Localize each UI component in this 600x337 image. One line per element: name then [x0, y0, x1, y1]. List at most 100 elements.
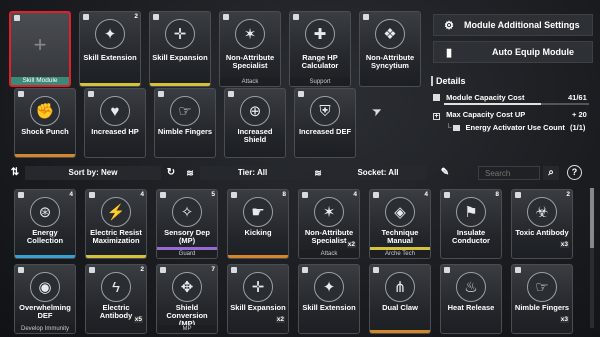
module-card-skill-expansion[interactable]: ✛ Skill Expansion — [149, 11, 211, 87]
capacity-cost: 7 — [211, 266, 215, 273]
module-card-increased-shield[interactable]: ⊕ Increased Shield — [224, 88, 286, 158]
module-card-non-attribute-syncytium[interactable]: ❖ Non-Attribute Syncytium — [359, 11, 421, 87]
module-name: Increased DEF — [298, 126, 352, 136]
module-name: Technique Manual — [381, 227, 419, 245]
module-icon: ❖ — [375, 19, 405, 49]
plus-icon: + — [433, 113, 440, 120]
module-card-electric-antibody[interactable]: 2 ϟ Electric Antibody x5 — [85, 264, 147, 334]
module-name: Insulate Conductor — [452, 227, 490, 245]
module-icon: ✧ — [172, 197, 202, 227]
stack-count: x2 — [346, 241, 356, 248]
sort-dropdown[interactable]: Sort by: New — [25, 166, 161, 180]
socket-icon — [160, 192, 166, 198]
module-card-shock-punch[interactable]: ✊ Shock Punch — [14, 88, 76, 158]
module-card-non-attribute-specialist[interactable]: ✶ Non-Attribute Specialist Attack — [219, 11, 281, 87]
module-icon: ⋔ — [385, 272, 415, 302]
capacity-icon — [433, 94, 440, 101]
activator-value: (1/1) — [570, 123, 586, 132]
module-name: Nimble Fingers — [514, 302, 570, 312]
help-icon[interactable]: ? — [567, 165, 582, 180]
module-card-energy-collection[interactable]: 4 ⊛ Energy Collection — [14, 189, 76, 259]
module-card-heat-release[interactable]: ♨ Heat Release — [440, 264, 502, 334]
module-icon: ϟ — [101, 272, 131, 302]
module-card-increased-def[interactable]: ⛨ Increased DEF — [294, 88, 356, 158]
stack-count: x5 — [133, 316, 143, 323]
module-card-non-attribute-specialist[interactable]: 4 ✶ Non-Attribute Specialist Attack x2 — [298, 189, 360, 259]
socket-icon — [223, 14, 229, 20]
module-name: Energy Collection — [26, 227, 64, 245]
module-icon: ♨ — [456, 272, 486, 302]
module-icon: ◈ — [385, 197, 415, 227]
max-capacity-value: + 20 — [572, 110, 587, 119]
module-card-insulate-conductor[interactable]: 8 ⚑ Insulate Conductor — [440, 189, 502, 259]
module-card-nimble-fingers[interactable]: ☞ Nimble Fingers x3 — [511, 264, 573, 334]
gear-icon: ⚙ — [444, 19, 454, 32]
module-icon: ⊕ — [240, 96, 270, 126]
search-icon[interactable]: ⌕ — [543, 166, 559, 180]
module-name: Shield Conversion (MP) — [166, 302, 208, 328]
socket-icon — [158, 91, 164, 97]
socket-icon — [89, 192, 95, 198]
module-name: Increased HP — [91, 126, 139, 136]
module-name: Skill Expansion — [230, 302, 286, 312]
module-icon: ✦ — [314, 272, 344, 302]
module-card-shield-conversion-mp[interactable]: 7 ✥ Shield Conversion (MP) MP — [156, 264, 218, 334]
capacity-cost: 4 — [69, 191, 73, 198]
module-card-skill-module[interactable]: + Skill Module — [9, 11, 71, 87]
tier-bar — [150, 83, 210, 86]
module-icon: ◉ — [30, 272, 60, 302]
module-card-skill-extension[interactable]: 2 ✦ Skill Extension — [79, 11, 141, 87]
capacity-cost: 5 — [211, 191, 215, 198]
module-card-toxic-antibody[interactable]: 2 ☣ Toxic Antibody x3 — [511, 189, 573, 259]
refresh-icon[interactable]: ↻ — [164, 166, 178, 180]
module-name: Overwhelming DEF — [19, 302, 71, 320]
module-card-electric-resist-maximization[interactable]: 4 ⚡ Electric Resist Maximization — [85, 189, 147, 259]
module-icon: ✊ — [30, 96, 60, 126]
module-icon: ✛ — [243, 272, 273, 302]
scrollbar-thumb[interactable] — [590, 188, 594, 248]
socket-icon — [444, 192, 450, 198]
socket-dropdown[interactable]: Socket: All — [330, 166, 426, 180]
socket-icon: ≋ — [314, 168, 322, 178]
capacity-cost: 2 — [566, 191, 570, 198]
socket-icon — [373, 192, 379, 198]
module-icon: ✶ — [314, 197, 344, 227]
socket-icon — [89, 267, 95, 273]
module-card-skill-extension[interactable]: ✦ Skill Extension — [298, 264, 360, 334]
module-icon: ✛ — [165, 19, 195, 49]
brush-icon[interactable]: ✎ — [437, 166, 453, 180]
tier-bar — [86, 255, 146, 258]
module-card-nimble-fingers[interactable]: ☞ Nimble Fingers — [154, 88, 216, 158]
module-card-range-hp-calculator[interactable]: ✚ Range HP Calculator Support — [289, 11, 351, 87]
module-additional-settings-button[interactable]: ⚙ Module Additional Settings — [433, 14, 593, 36]
stack-count: x3 — [559, 316, 569, 323]
tier-dropdown[interactable]: Tier: All — [200, 166, 305, 180]
search-input[interactable] — [478, 166, 540, 180]
inventory-scrollbar[interactable] — [590, 188, 594, 328]
module-card-dual-claw[interactable]: ⋔ Dual Claw — [369, 264, 431, 334]
socket-icon — [14, 15, 20, 21]
auto-equip-module-button[interactable]: ▮ Auto Equip Module — [433, 41, 593, 63]
module-name: Non-Attribute Specialist — [225, 52, 275, 70]
sort-order-icon[interactable]: ⇅ — [8, 166, 22, 180]
capacity-value: 41/61 — [568, 93, 587, 102]
module-icon: ☣ — [527, 197, 557, 227]
capacity-cost: 4 — [424, 191, 428, 198]
module-card-overwhelming-def[interactable]: ◉ Overwhelming DEF Develop Immunity — [14, 264, 76, 334]
socket-icon — [231, 267, 237, 273]
module-name: Dual Claw — [382, 302, 418, 312]
details-title: Details — [431, 76, 466, 86]
module-name: Increased Shield — [237, 126, 273, 144]
module-card-technique-manual[interactable]: 4 ◈ Technique Manual Arche Tech — [369, 189, 431, 259]
module-card-increased-hp[interactable]: ♥ Increased HP — [84, 88, 146, 158]
module-card-kicking[interactable]: 8 ☛ Kicking — [227, 189, 289, 259]
module-subtitle: Guard — [157, 250, 217, 258]
tier-bar — [157, 247, 217, 250]
max-capacity-row: + Max Capacity Cost UP — [433, 110, 526, 120]
tier-bar — [15, 255, 75, 258]
module-card-skill-expansion[interactable]: ✛ Skill Expansion x2 — [227, 264, 289, 334]
module-icon: ⚡ — [101, 197, 131, 227]
module-card-sensory-dep-mp[interactable]: 5 ✧ Sensory Dep (MP) Guard — [156, 189, 218, 259]
module-icon: ✥ — [172, 272, 202, 302]
module-subtitle: Arche Tech — [370, 250, 430, 258]
